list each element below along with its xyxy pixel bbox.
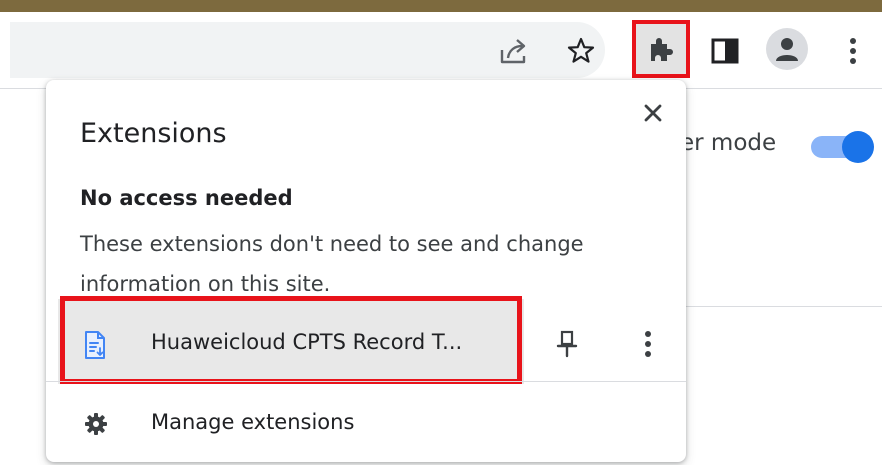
- section-description: These extensions don't need to see and c…: [80, 232, 584, 296]
- mode-toggle-knob[interactable]: [842, 131, 874, 163]
- section-title: No access needed: [80, 186, 293, 210]
- browser-toolbar: [0, 12, 882, 89]
- profile-avatar-icon[interactable]: [766, 28, 808, 70]
- more-vert-icon: [645, 331, 651, 357]
- manage-extensions-item[interactable]: Manage extensions: [46, 392, 686, 456]
- bookmark-star-icon[interactable]: [564, 34, 598, 68]
- popup-title: Extensions: [80, 118, 227, 149]
- manage-extensions-label: Manage extensions: [151, 410, 355, 434]
- more-menu-icon[interactable]: [840, 32, 866, 70]
- pin-button[interactable]: [550, 326, 584, 362]
- popup-divider: [46, 381, 686, 382]
- extensions-puzzle-icon: [651, 38, 673, 61]
- extension-name: Huaweicloud CPTS Record T...: [151, 330, 463, 354]
- pin-icon: [556, 330, 578, 358]
- side-panel-icon[interactable]: [706, 32, 744, 70]
- window-top-strip: [0, 0, 882, 12]
- page-setting-label: er mode: [680, 130, 777, 156]
- gear-icon: [82, 410, 110, 438]
- extension-more-button[interactable]: [634, 326, 662, 362]
- close-button[interactable]: [634, 94, 672, 132]
- document-icon: [80, 328, 110, 362]
- share-icon[interactable]: [496, 34, 534, 68]
- page-divider: [680, 306, 882, 307]
- extensions-button[interactable]: [632, 20, 690, 78]
- extension-row[interactable]: Huaweicloud CPTS Record T...: [46, 296, 686, 384]
- close-icon: [644, 104, 662, 122]
